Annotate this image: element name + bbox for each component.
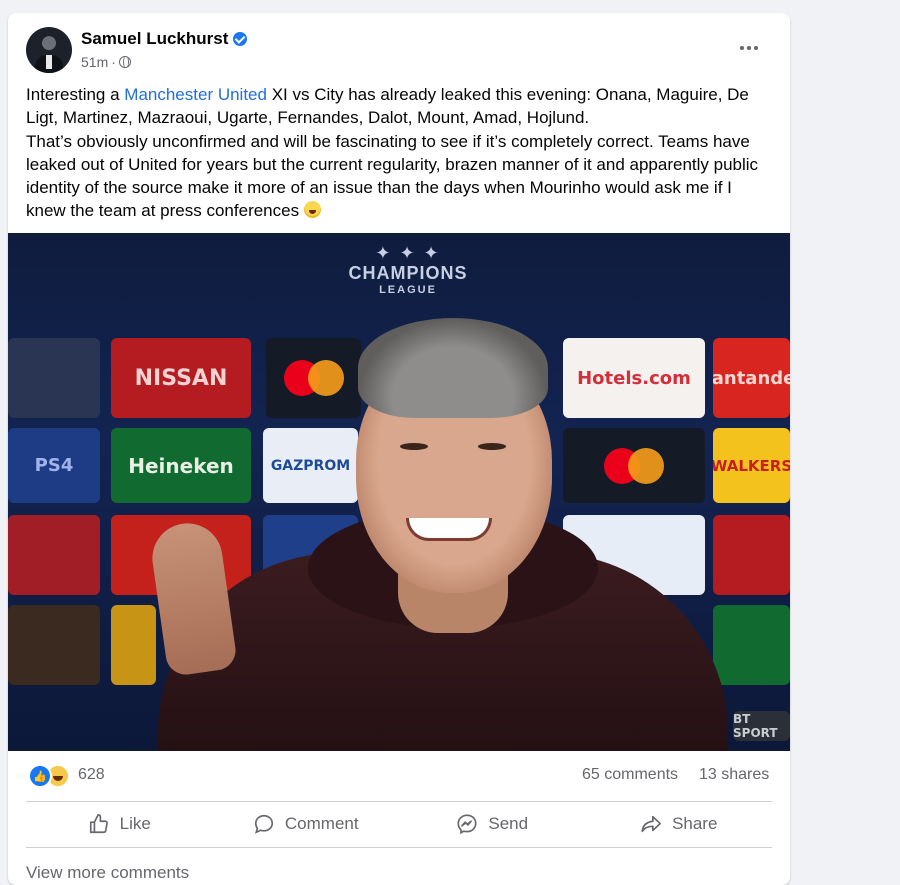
subject-eye-left	[400, 443, 428, 450]
reaction-icons[interactable]: 👍	[28, 764, 70, 788]
sponsor-ps4: PS4	[8, 428, 100, 503]
subject-eye-right	[478, 443, 506, 450]
reaction-count[interactable]: 628	[78, 766, 105, 784]
messenger-icon	[457, 814, 477, 835]
post-header: Samuel Luckhurst 51m ·	[8, 13, 790, 83]
share-button[interactable]: Share	[586, 802, 773, 846]
laughing-emoji-icon	[303, 201, 321, 219]
facebook-post: Samuel Luckhurst 51m · Interesting a Man…	[8, 13, 790, 885]
post-text: Interesting a Manchester United XI vs Ci…	[26, 83, 776, 223]
thumbs-up-icon	[89, 814, 108, 834]
view-more-comments-link[interactable]: View more comments	[26, 863, 189, 883]
text-intro: Interesting a	[26, 85, 125, 104]
meta-separator: ·	[111, 54, 116, 70]
post-meta: 51m ·	[81, 54, 131, 70]
sponsor-board-yellow	[111, 605, 156, 685]
send-button[interactable]: Send	[399, 802, 586, 846]
share-arrow-icon	[641, 815, 662, 833]
like-reaction-icon: 👍	[28, 764, 52, 788]
like-label: Like	[119, 814, 151, 833]
like-button[interactable]: Like	[26, 802, 213, 846]
post-photo[interactable]: ✦ ✦ ✦ CHAMPIONS LEAGUE NISSAN Hotels.com…	[8, 233, 790, 751]
comment-bubble-icon	[254, 814, 273, 834]
logo-text-champions: CHAMPIONS	[348, 263, 468, 283]
verified-badge-icon	[233, 32, 248, 46]
sponsor-board-left-bottom	[8, 605, 100, 685]
subject-smile	[406, 518, 492, 541]
subject-hair	[358, 318, 548, 418]
shares-count[interactable]: 13 shares	[699, 766, 769, 784]
dot-icon	[747, 46, 751, 50]
send-label: Send	[488, 814, 529, 833]
sponsor-board-left-top	[8, 338, 100, 418]
dot-icon	[740, 46, 744, 50]
champions-league-logo: ✦ ✦ ✦ CHAMPIONS LEAGUE	[338, 243, 478, 296]
comment-button[interactable]: Comment	[213, 802, 400, 846]
more-options-button[interactable]	[734, 39, 764, 57]
comment-label: Comment	[284, 814, 359, 833]
photo-subject	[147, 313, 728, 751]
subject-hand	[147, 518, 239, 678]
avatar-shirt	[46, 55, 52, 69]
post-actions: Like Comment Send Share	[26, 802, 772, 846]
post-stats: 👍 628 65 comments 13 shares	[26, 761, 772, 791]
starball-icon: ✦ ✦ ✦	[375, 243, 441, 263]
author-avatar[interactable]	[26, 27, 72, 73]
author-name-row: Samuel Luckhurst	[81, 29, 248, 49]
text-para2: That’s obviously unconfirmed and will be…	[26, 131, 759, 221]
actions-divider	[26, 847, 772, 848]
sponsor-board-left-mid	[8, 515, 100, 595]
comments-count[interactable]: 65 comments	[582, 766, 678, 784]
manchester-united-link[interactable]: Manchester United	[124, 85, 267, 104]
share-label: Share	[672, 814, 718, 833]
dot-icon	[754, 46, 758, 50]
author-name[interactable]: Samuel Luckhurst	[81, 29, 228, 49]
globe-icon	[118, 56, 131, 68]
logo-text-league: LEAGUE	[379, 284, 437, 296]
post-timestamp[interactable]: 51m	[81, 54, 108, 70]
post-paragraph-2: That’s obviously unconfirmed and will be…	[26, 130, 776, 223]
sponsor-bt-sport: BT SPORT	[733, 711, 790, 741]
post-paragraph-1: Interesting a Manchester United XI vs Ci…	[26, 83, 776, 130]
